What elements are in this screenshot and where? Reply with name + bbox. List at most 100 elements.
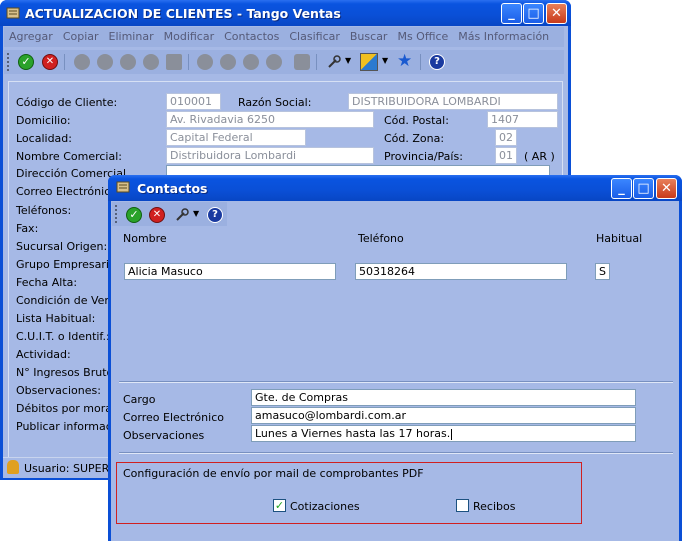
tools-icon[interactable] <box>174 207 190 223</box>
form-label: Correo Electrónico: <box>16 185 121 198</box>
main-toolbar: ✓ ✕ ▼ ▼ ★ ? <box>4 50 564 74</box>
cod-zona-label: Cód. Zona: <box>384 132 445 145</box>
contactos-title-bar[interactable]: Contactos _ □ ✕ <box>108 175 682 201</box>
menu-item[interactable]: Buscar <box>345 27 393 47</box>
provincia-field[interactable]: 01 <box>495 147 517 164</box>
accept-icon[interactable]: ✓ <box>126 207 142 223</box>
history-icon[interactable] <box>266 54 282 70</box>
close-icon: ✕ <box>551 6 562 21</box>
menu-item[interactable]: Clasificar <box>284 27 345 47</box>
recibos-checkbox[interactable] <box>456 499 469 512</box>
cancel-icon[interactable]: ✕ <box>42 54 58 70</box>
correo-field[interactable]: amasuco@lombardi.com.ar <box>251 407 636 424</box>
nombre-comercial-field[interactable]: Distribuidora Lombardi <box>166 147 374 164</box>
form-label: Sucursal Origen: <box>16 240 108 253</box>
print-icon[interactable] <box>166 54 182 70</box>
contactos-minimize-button[interactable]: _ <box>611 178 632 199</box>
menu-item[interactable]: Agregar <box>4 27 58 47</box>
header-telefono: Teléfono <box>358 232 404 245</box>
localidad-field[interactable]: Capital Federal <box>166 129 306 146</box>
search-icon[interactable] <box>220 54 236 70</box>
menu-item[interactable]: Modificar <box>159 27 220 47</box>
cod-zona-field[interactable]: 02 <box>495 129 517 146</box>
previous-record-icon[interactable] <box>97 54 113 70</box>
favorite-star-icon[interactable]: ★ <box>397 51 412 71</box>
main-window-title: ACTUALIZACION DE CLIENTES - Tango Ventas <box>25 6 341 21</box>
toolbar-grip <box>7 53 11 71</box>
close-button[interactable]: ✕ <box>546 3 567 24</box>
cancel-icon[interactable]: ✕ <box>149 207 165 223</box>
codigo-field[interactable]: 010001 <box>166 93 221 110</box>
razon-social-field[interactable]: DISTRIBUIDORA LOMBARDI <box>348 93 558 110</box>
localidad-label: Localidad: <box>16 132 72 145</box>
minimize-icon: _ <box>508 6 515 21</box>
contactos-maximize-button[interactable]: □ <box>633 178 654 199</box>
first-record-icon[interactable] <box>74 54 90 70</box>
header-habitual: Habitual <box>596 232 643 245</box>
domicilio-label: Domicilio: <box>16 114 71 127</box>
minimize-icon: _ <box>618 181 625 196</box>
contactos-close-button[interactable]: ✕ <box>656 178 677 199</box>
contact-nombre-field[interactable]: Alicia Masuco <box>124 263 336 280</box>
pais-text: ( AR ) <box>524 150 555 163</box>
observaciones-field[interactable]: Lunes a Viernes hasta las 17 horas. <box>251 425 636 442</box>
form-label: Condición de Venta <box>16 294 123 307</box>
contact-habitual-field[interactable]: S <box>595 263 610 280</box>
refresh-icon[interactable] <box>243 54 259 70</box>
domicilio-field[interactable]: Av. Rivadavia 6250 <box>166 111 374 128</box>
razon-social-label: Razón Social: <box>238 96 312 109</box>
contactos-toolbar: ✓ ✕ ▼ ? <box>112 202 227 226</box>
menu-item[interactable]: Contactos <box>219 27 284 47</box>
cod-postal-label: Cód. Postal: <box>384 114 449 127</box>
help-icon[interactable]: ? <box>429 54 445 70</box>
contact-telefono-field[interactable]: 50318264 <box>355 263 567 280</box>
help-icon[interactable]: ? <box>207 207 223 223</box>
office-icon[interactable] <box>360 53 378 71</box>
tools-dropdown-icon[interactable]: ▼ <box>193 209 199 218</box>
minimize-button[interactable]: _ <box>501 3 522 24</box>
form-label: Fax: <box>16 222 39 235</box>
contactos-title: Contactos <box>137 181 208 196</box>
binoculars-icon[interactable] <box>294 54 310 70</box>
pdf-config-group: Configuración de envío por mail de compr… <box>116 462 582 524</box>
main-title-bar[interactable]: ACTUALIZACION DE CLIENTES - Tango Ventas… <box>0 0 571 26</box>
close-icon: ✕ <box>661 181 672 196</box>
tools-icon[interactable] <box>326 54 342 70</box>
accept-icon[interactable]: ✓ <box>18 54 34 70</box>
form-label: C.U.I.T. o Identif.: <box>16 330 110 343</box>
cotizaciones-checkbox[interactable]: ✓ <box>273 499 286 512</box>
tools-dropdown-icon[interactable]: ▼ <box>345 56 351 65</box>
form-label: Débitos por mora: <box>16 402 116 415</box>
office-dropdown-icon[interactable]: ▼ <box>382 56 388 65</box>
form-label: Actividad: <box>16 348 71 361</box>
menu-item[interactable]: Copiar <box>58 27 104 47</box>
pdf-config-title: Configuración de envío por mail de compr… <box>123 467 424 480</box>
text-cursor <box>451 428 453 440</box>
maximize-icon: □ <box>527 6 540 21</box>
recibos-label[interactable]: Recibos <box>473 500 515 513</box>
menu-item[interactable]: Ms Office <box>392 27 453 47</box>
form-label: Observaciones: <box>16 384 101 397</box>
toolbar-separator <box>420 54 421 70</box>
contactos-app-icon <box>115 179 131 195</box>
observaciones-text: Lunes a Viernes hasta las 17 horas. <box>255 427 451 440</box>
last-record-icon[interactable] <box>143 54 159 70</box>
contactos-client-area: ✓ ✕ ▼ ? Nombre Teléfono Habitual Alicia … <box>111 201 679 541</box>
toolbar-separator <box>316 54 317 70</box>
maximize-button[interactable]: □ <box>523 3 544 24</box>
form-label: N° Ingresos Brutos: <box>16 366 123 379</box>
cod-postal-field[interactable]: 1407 <box>487 111 558 128</box>
cargo-field[interactable]: Gte. de Compras <box>251 389 636 406</box>
next-record-icon[interactable] <box>120 54 136 70</box>
codigo-label: Código de Cliente: <box>16 96 118 109</box>
cotizaciones-label[interactable]: Cotizaciones <box>290 500 360 513</box>
filter-icon[interactable] <box>197 54 213 70</box>
cargo-label: Cargo <box>123 393 156 406</box>
form-label: Teléfonos: <box>16 204 72 217</box>
menu-item[interactable]: Más Información <box>453 27 554 47</box>
form-label: Grupo Empresario: <box>16 258 120 271</box>
menu-item[interactable]: Eliminar <box>104 27 159 47</box>
main-menu-bar: Agregar Copiar Eliminar Modificar Contactos C… <box>4 27 564 63</box>
contactos-window: Contactos _ □ ✕ ✓ ✕ ▼ ? Nombre Teléfono … <box>108 175 682 541</box>
toolbar-separator <box>64 54 65 70</box>
